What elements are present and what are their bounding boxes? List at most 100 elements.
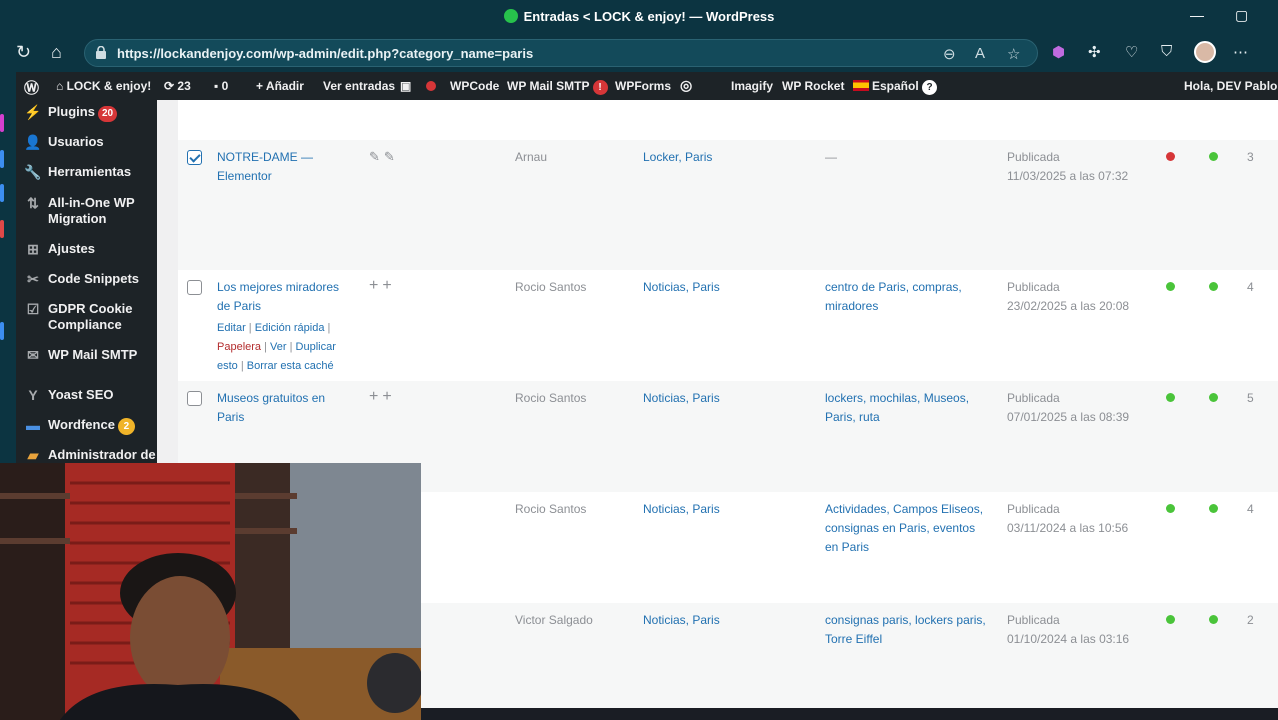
sidebar-item-label: Administrador de xyxy=(48,447,156,462)
row-checkbox[interactable] xyxy=(187,280,202,295)
post-date: 03/11/2024 a las 10:56 xyxy=(1007,521,1129,535)
post-categories[interactable]: Noticias, Paris xyxy=(643,389,720,408)
quick-edit-link[interactable]: Edición rápida xyxy=(255,322,325,334)
sidebar-item-yoast[interactable]: Y Yoast SEO xyxy=(16,385,157,407)
extension-shield-icon[interactable]: ⬢ xyxy=(1052,43,1065,61)
post-tags[interactable]: centro de Paris, compras, miradores xyxy=(825,278,975,316)
sidebar-item-tools[interactable]: 🔧 Herramientas xyxy=(16,162,157,184)
clear-cache-link[interactable]: Borrar esta caché xyxy=(247,360,334,372)
wpforms-bear-icon[interactable]: ▣ xyxy=(400,79,411,93)
row-checkbox[interactable] xyxy=(187,150,202,165)
add-new-link[interactable]: + Añadir xyxy=(256,79,304,93)
comments-link[interactable]: ▪ 0 xyxy=(214,79,228,93)
post-comments-count[interactable]: 5 xyxy=(1247,389,1254,408)
post-author[interactable]: Rocio Santos xyxy=(515,278,586,297)
add-plus-icon[interactable]: ++ xyxy=(369,388,396,406)
post-author[interactable]: Rocio Santos xyxy=(515,500,586,519)
seo-score-dot xyxy=(1166,152,1175,161)
seo-score-dot xyxy=(1166,282,1175,291)
post-categories[interactable]: Locker, Paris xyxy=(643,148,712,167)
profile-avatar[interactable] xyxy=(1194,41,1216,63)
mail-icon: ✉ xyxy=(27,347,39,363)
imagify-link[interactable]: Imagify xyxy=(731,79,773,93)
wpforms-link[interactable]: WPForms xyxy=(615,79,671,93)
edge-marker xyxy=(0,114,4,132)
wp-rocket-link[interactable]: WP Rocket xyxy=(782,79,844,93)
sidebar-item-code-snippets[interactable]: ✂ Code Snippets xyxy=(16,269,157,291)
sidebar-item-settings[interactable]: ⊞ Ajustes xyxy=(16,239,157,261)
wpcode-link[interactable]: WPCode xyxy=(450,79,499,93)
status-dot-icon xyxy=(426,81,436,91)
post-title-link[interactable]: Los mejores miradores de Paris xyxy=(217,278,352,316)
edit-link[interactable]: Editar xyxy=(217,322,246,334)
post-tags[interactable]: Actividades, Campos Eliseos, consignas e… xyxy=(825,500,985,557)
post-author[interactable]: Rocio Santos xyxy=(515,389,586,408)
sidebar-item-migration[interactable]: ⇅ All-in-One WP Migration xyxy=(16,193,157,229)
language-switcher[interactable]: Español ? xyxy=(853,79,938,95)
post-date-cell: Publicada 23/02/2025 a las 20:08 xyxy=(1007,278,1157,316)
tab-favicon-icon xyxy=(503,9,518,23)
sidebar-item-plugins[interactable]: ⚡ Plugins 20 xyxy=(16,102,157,124)
minimize-icon[interactable]: — xyxy=(1190,7,1204,23)
wp-mail-smtp-link[interactable]: WP Mail SMTP ! xyxy=(507,79,608,95)
reload-icon[interactable]: ↻ xyxy=(16,42,31,62)
query-monitor-icon[interactable]: ◎ xyxy=(680,77,692,94)
post-author[interactable]: Arnau xyxy=(515,148,547,167)
sidebar-item-wordfence[interactable]: ▬ Wordfence 2 xyxy=(16,415,157,437)
smtp-alert-badge: ! xyxy=(592,80,608,95)
address-bar[interactable]: https://lockandenjoy.com/wp-admin/edit.p… xyxy=(84,39,1038,67)
view-link[interactable]: Ver xyxy=(270,341,287,353)
post-comments-count[interactable]: 3 xyxy=(1247,148,1254,167)
post-comments-count[interactable]: 2 xyxy=(1247,611,1254,630)
more-menu-icon[interactable]: ⋯ xyxy=(1233,43,1248,61)
trash-link[interactable]: Papelera xyxy=(217,341,261,353)
user-greeting[interactable]: Hola, DEV Pablo xyxy=(1184,79,1277,93)
post-categories[interactable]: Noticias, Paris xyxy=(643,500,720,519)
post-title-link[interactable]: NOTRE-DAME — Elementor xyxy=(217,148,327,186)
home-icon[interactable]: ⌂ xyxy=(51,42,62,62)
table-row: NOTRE-DAME — Elementor ✎✎ Arnau Locker, … xyxy=(178,140,1278,270)
post-tags[interactable]: consignas paris, lockers paris, Torre Ei… xyxy=(825,611,990,649)
wordpress-logo-icon[interactable]: Ⓦ xyxy=(24,77,39,98)
read-aloud-icon[interactable]: A xyxy=(975,45,985,62)
sidebar-item-label: Usuarios xyxy=(48,134,104,149)
updates-link[interactable]: ⟳ 23 xyxy=(164,79,191,93)
post-date-cell: Publicada 03/11/2024 a las 10:56 xyxy=(1007,500,1157,538)
site-name-link[interactable]: ⌂ LOCK & enjoy! xyxy=(56,79,151,93)
browser-essentials-icon[interactable]: ⛉ xyxy=(1161,43,1172,60)
updates-count: 23 xyxy=(177,79,191,93)
zoom-icon[interactable]: ⊖ xyxy=(943,45,956,63)
post-categories[interactable]: Noticias, Paris xyxy=(643,278,720,297)
site-name: LOCK & enjoy! xyxy=(66,79,152,93)
readability-score-dot xyxy=(1209,504,1218,513)
post-title-link[interactable]: Museos gratuitos en Paris xyxy=(217,389,342,427)
view-posts-link[interactable]: Ver entradas xyxy=(323,79,395,93)
post-status: Publicada xyxy=(1007,150,1060,164)
sidebar-item-label: Wordfence xyxy=(48,417,115,432)
row-checkbox[interactable] xyxy=(187,391,202,406)
add-plus-icon[interactable]: ++ xyxy=(369,277,396,295)
sidebar-item-label: GDPR Cookie Compliance xyxy=(48,301,133,332)
maximize-icon[interactable]: ▢ xyxy=(1235,7,1248,24)
post-status: Publicada xyxy=(1007,280,1060,294)
post-comments-count[interactable]: 4 xyxy=(1247,278,1254,297)
sidebar-item-gdpr[interactable]: ☑ GDPR Cookie Compliance xyxy=(16,299,157,335)
plus-icon: + xyxy=(256,79,266,93)
edit-pencil-icon[interactable]: ✎✎ xyxy=(369,149,399,165)
sidebar-item-label: Herramientas xyxy=(48,164,132,179)
readability-score-dot xyxy=(1209,152,1218,161)
sidebar-item-wp-mail-smtp[interactable]: ✉ WP Mail SMTP xyxy=(16,345,157,367)
post-author[interactable]: Victor Salgado xyxy=(515,611,593,630)
sidebar-item-users[interactable]: 👤 Usuarios xyxy=(16,132,157,154)
post-tags[interactable]: lockers, mochilas, Museos, Paris, ruta xyxy=(825,389,980,427)
post-categories[interactable]: Noticias, Paris xyxy=(643,611,720,630)
health-heart-icon[interactable]: ♡ xyxy=(1125,43,1138,61)
yoast-icon: Y xyxy=(28,387,38,403)
favorite-star-icon[interactable]: ☆ xyxy=(1007,45,1020,63)
taskbar-strip xyxy=(421,708,1278,720)
post-status: Publicada xyxy=(1007,391,1060,405)
sidebar-item-label: Plugins xyxy=(48,104,95,119)
extensions-puzzle-icon[interactable]: ✣ xyxy=(1088,43,1101,61)
post-comments-count[interactable]: 4 xyxy=(1247,500,1254,519)
browser-titlebar: Entradas < LOCK & enjoy! — WordPress — ▢ xyxy=(0,0,1278,34)
